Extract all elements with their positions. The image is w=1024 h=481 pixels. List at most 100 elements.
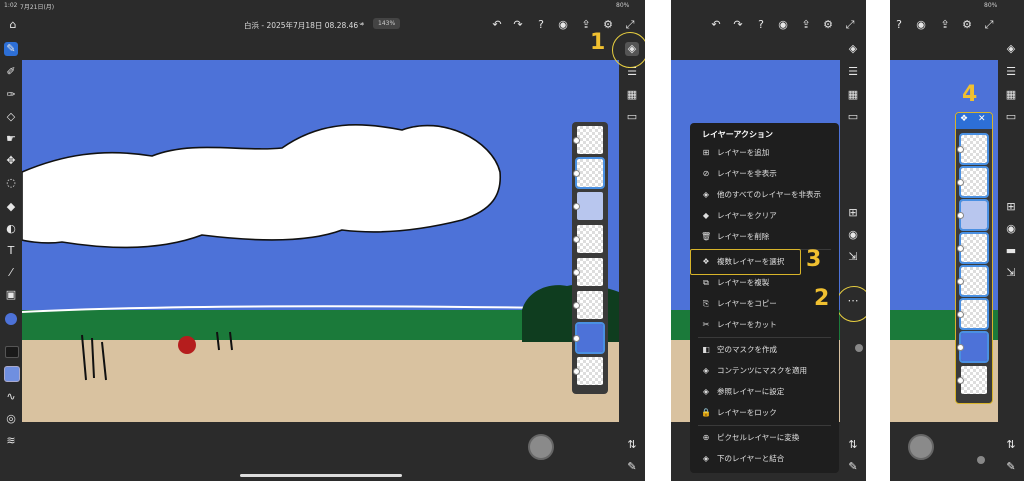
menu-item-hide-layer[interactable]: ⊘ レイヤーを非表示 bbox=[690, 164, 839, 184]
adjust-icon[interactable]: ≋ bbox=[4, 434, 18, 448]
layer-thumb[interactable] bbox=[573, 126, 603, 154]
layers-icon[interactable]: ◈ bbox=[1004, 42, 1018, 56]
zoom-badge[interactable]: 143% bbox=[373, 18, 401, 29]
redo-icon[interactable]: ↷ bbox=[731, 18, 745, 32]
add-layer-icon[interactable]: ⊞ bbox=[846, 206, 860, 220]
document-title[interactable]: 白浜 - 2025年7月18日 08.28.46 * bbox=[244, 20, 364, 31]
gear-icon[interactable]: ⚙ bbox=[960, 18, 974, 32]
account-icon[interactable]: ◉ bbox=[914, 18, 928, 32]
pencil-icon[interactable]: ✎ bbox=[625, 460, 639, 474]
comment-icon[interactable]: ▭ bbox=[846, 110, 860, 124]
fullscreen-icon[interactable]: ⤢ bbox=[843, 18, 857, 32]
slider-handle[interactable] bbox=[977, 456, 985, 464]
menu-item-hide-others[interactable]: ◈ 他のすべてのレイヤーを非表示 bbox=[690, 185, 839, 205]
pencil-icon[interactable]: ✎ bbox=[1004, 460, 1018, 474]
stabilizer-icon[interactable]: ◎ bbox=[4, 412, 18, 426]
status-date: 7月21日(月) bbox=[20, 4, 55, 11]
smudge-icon[interactable]: ☛ bbox=[4, 132, 18, 146]
highlight-select-multiple bbox=[690, 249, 801, 275]
import-icon[interactable]: ⇲ bbox=[846, 250, 860, 264]
layer-thumb[interactable] bbox=[573, 322, 605, 354]
text-icon[interactable]: T bbox=[4, 244, 18, 258]
help-icon[interactable]: ? bbox=[534, 18, 548, 32]
help-icon[interactable]: ? bbox=[754, 18, 768, 32]
layers-panel-multiselect: ❖ ✕ bbox=[955, 112, 993, 404]
color-swatch[interactable] bbox=[5, 313, 17, 325]
folder-icon[interactable]: ▬ bbox=[1004, 244, 1018, 258]
eraser-icon[interactable]: ◇ bbox=[4, 110, 18, 124]
chevron-down-icon[interactable]: ⌄ bbox=[358, 19, 364, 27]
close-icon[interactable]: ✕ bbox=[978, 114, 986, 124]
quick-action-button[interactable] bbox=[528, 434, 554, 460]
brush-tool-icon[interactable]: ✎ bbox=[4, 42, 18, 56]
picker-icon[interactable]: ⁄ bbox=[4, 266, 18, 280]
image-icon[interactable]: ▣ bbox=[4, 288, 18, 302]
layers-icon[interactable]: ◈ bbox=[846, 42, 860, 56]
layer-thumb[interactable] bbox=[957, 265, 989, 297]
undo-icon[interactable]: ↶ bbox=[709, 18, 723, 32]
menu-item-lock-layer[interactable]: 🔒 レイヤーをロック bbox=[690, 403, 839, 423]
layer-thumb[interactable] bbox=[957, 133, 989, 165]
eyedrop-brush-icon[interactable]: ✐ bbox=[4, 65, 18, 79]
share-export-icon[interactable]: ⇅ bbox=[1004, 438, 1018, 452]
fullscreen-icon[interactable]: ⤢ bbox=[982, 18, 996, 32]
lasso-icon[interactable]: ◌ bbox=[4, 176, 18, 190]
add-layer-icon[interactable]: ⊞ bbox=[1004, 200, 1018, 214]
account-icon[interactable]: ◉ bbox=[556, 18, 570, 32]
active-color-square[interactable] bbox=[4, 366, 20, 382]
layer-thumb[interactable] bbox=[573, 225, 603, 253]
menu-item-convert-pixel[interactable]: ⊕ ピクセルレイヤーに変換 bbox=[690, 428, 839, 448]
layer-thumb[interactable] bbox=[573, 192, 603, 220]
fill-icon[interactable]: ◆ bbox=[4, 200, 18, 214]
layer-thumb[interactable] bbox=[573, 291, 603, 319]
share-icon[interactable]: ⇪ bbox=[799, 18, 813, 32]
share-icon[interactable]: ⇪ bbox=[938, 18, 952, 32]
comment-icon[interactable]: ▭ bbox=[625, 110, 639, 124]
adjustments-icon[interactable]: ☰ bbox=[1004, 65, 1018, 79]
layer-thumb[interactable] bbox=[957, 366, 987, 394]
menu-item-clear-layer[interactable]: ◆ レイヤーをクリア bbox=[690, 206, 839, 226]
slider-handle[interactable] bbox=[855, 344, 863, 352]
layer-thumb[interactable] bbox=[957, 232, 989, 264]
account-icon[interactable]: ◉ bbox=[776, 18, 790, 32]
help-icon[interactable]: ? bbox=[892, 18, 906, 32]
comment-icon[interactable]: ▭ bbox=[1004, 110, 1018, 124]
layer-thumb[interactable] bbox=[573, 258, 603, 286]
menu-item-cut[interactable]: ✂ レイヤーをカット bbox=[690, 315, 839, 335]
share-export-icon[interactable]: ⇅ bbox=[625, 438, 639, 452]
gear-icon[interactable]: ⚙ bbox=[821, 18, 835, 32]
fullscreen-icon[interactable]: ⤢ bbox=[623, 18, 637, 32]
pencil-icon[interactable]: ✎ bbox=[846, 460, 860, 474]
layer-thumb[interactable] bbox=[957, 331, 989, 363]
menu-item-apply-mask[interactable]: ◈ コンテンツにマスクを適用 bbox=[690, 361, 839, 381]
layer-thumb[interactable] bbox=[957, 199, 989, 231]
menu-item-empty-mask[interactable]: ◧ 空のマスクを作成 bbox=[690, 340, 839, 360]
adjustments-icon[interactable]: ☰ bbox=[846, 65, 860, 79]
layer-thumb[interactable] bbox=[573, 357, 603, 385]
import-icon[interactable]: ⇲ bbox=[1004, 266, 1018, 280]
menu-item-merge-down[interactable]: ◈ 下のレイヤーと結合 bbox=[690, 449, 839, 469]
visibility-icon[interactable]: ◉ bbox=[1004, 222, 1018, 236]
drawing-canvas-1[interactable] bbox=[22, 60, 619, 422]
paint-icon[interactable]: ✑ bbox=[4, 88, 18, 102]
right-toolbar-3: ◈ ☰ ▦ ▭ ⊞ ◉ ▬ ⇲ ⇅ ✎ bbox=[1000, 40, 1022, 481]
grid-icon[interactable]: ▦ bbox=[625, 88, 639, 102]
undo-icon[interactable]: ↶ bbox=[490, 18, 504, 32]
redo-icon[interactable]: ↷ bbox=[511, 18, 525, 32]
menu-item-delete-layer[interactable]: 🗑 レイヤーを削除 bbox=[690, 227, 839, 247]
grid-icon[interactable]: ▦ bbox=[1004, 88, 1018, 102]
move-icon[interactable]: ✥ bbox=[4, 154, 18, 168]
brush-size-badge[interactable] bbox=[5, 346, 19, 358]
visibility-icon[interactable]: ◉ bbox=[846, 228, 860, 242]
layer-thumb[interactable] bbox=[957, 166, 989, 198]
layer-thumb[interactable] bbox=[573, 157, 605, 189]
shape-icon[interactable]: ◐ bbox=[4, 222, 18, 236]
share-export-icon[interactable]: ⇅ bbox=[846, 438, 860, 452]
quick-action-button[interactable] bbox=[908, 434, 934, 460]
layer-thumb[interactable] bbox=[957, 298, 989, 330]
menu-item-add-layer[interactable]: ⊞ レイヤーを追加 bbox=[690, 143, 839, 163]
menu-item-reference-layer[interactable]: ◈ 参照レイヤーに設定 bbox=[690, 382, 839, 402]
stroke-icon[interactable]: ∿ bbox=[4, 390, 18, 404]
grid-icon[interactable]: ▦ bbox=[846, 88, 860, 102]
home-icon[interactable]: ⌂ bbox=[6, 18, 20, 32]
